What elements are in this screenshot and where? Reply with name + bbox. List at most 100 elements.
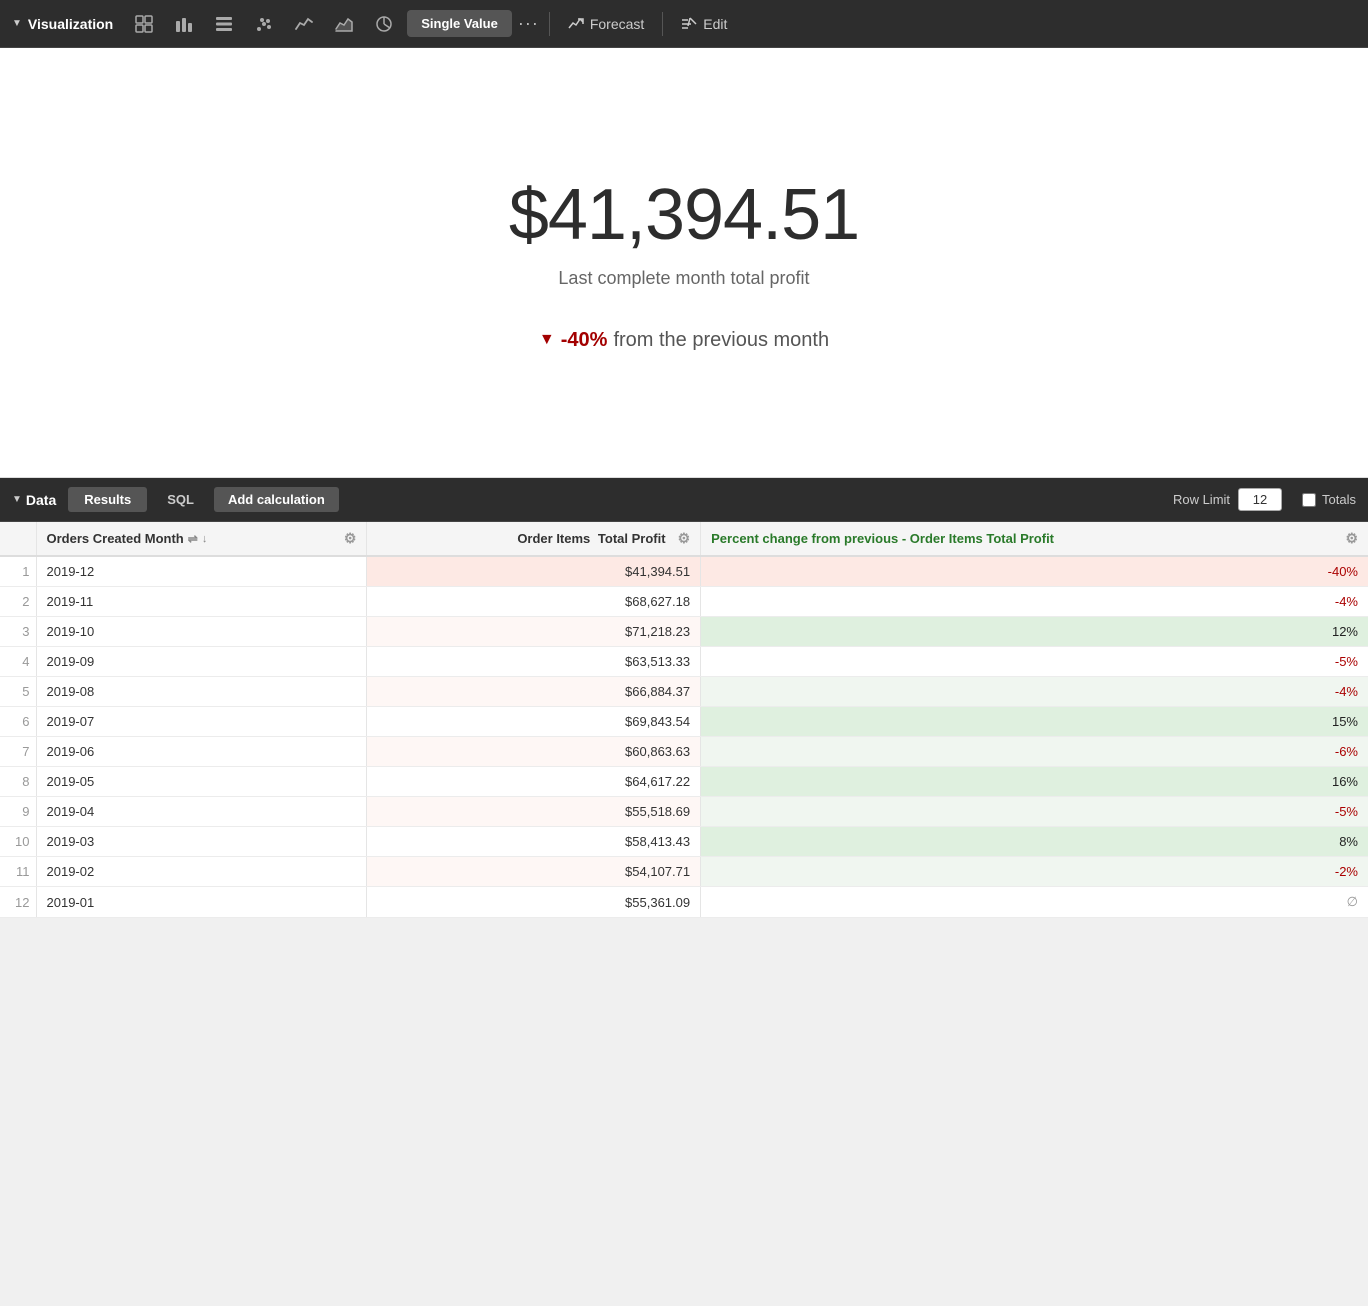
table-row: 112019-02$54,107.71-2%: [0, 857, 1368, 887]
pct-change-cell: -4%: [701, 587, 1368, 617]
orders-month-settings-icon[interactable]: ⚙: [344, 530, 357, 547]
toolbar-divider: [549, 12, 550, 36]
vis-chevron-icon: ▼: [12, 18, 22, 29]
col-header-total-profit: Order Items Total Profit ⚙: [367, 522, 701, 556]
row-number: 4: [0, 647, 36, 677]
row-number: 3: [0, 617, 36, 647]
total-profit-cell: $71,218.23: [367, 617, 701, 647]
total-profit-cell: $69,843.54: [367, 707, 701, 737]
visualization-title: Visualization: [28, 16, 113, 32]
orders-month-cell: 2019-11: [36, 587, 367, 617]
data-chevron-icon: ▼: [12, 494, 22, 505]
total-profit-cell: $68,627.18: [367, 587, 701, 617]
list-view-icon[interactable]: [207, 7, 241, 41]
data-section-title: Data: [26, 492, 56, 508]
total-profit-cell: $63,513.33: [367, 647, 701, 677]
totals-checkbox[interactable]: [1302, 493, 1316, 507]
orders-month-cell: 2019-10: [36, 617, 367, 647]
line-chart-icon[interactable]: [287, 7, 321, 41]
row-number: 6: [0, 707, 36, 737]
total-profit-cell: $55,518.69: [367, 797, 701, 827]
row-number: 9: [0, 797, 36, 827]
pie-chart-icon[interactable]: [367, 7, 401, 41]
total-profit-cell: $64,617.22: [367, 767, 701, 797]
visualization-toolbar: ▼ Visualization Single Value ··· Forecas…: [0, 0, 1368, 48]
results-tab[interactable]: Results: [68, 487, 147, 512]
row-number: 2: [0, 587, 36, 617]
toolbar-divider2: [662, 12, 663, 36]
table-row: 102019-03$58,413.438%: [0, 827, 1368, 857]
table-view-icon[interactable]: [127, 7, 161, 41]
pct-change-cell: 12%: [701, 617, 1368, 647]
orders-month-cell: 2019-03: [36, 827, 367, 857]
pct-change-cell: -5%: [701, 797, 1368, 827]
total-profit-cell: $60,863.63: [367, 737, 701, 767]
table-row: 42019-09$63,513.33-5%: [0, 647, 1368, 677]
totals-section: Totals: [1302, 492, 1356, 507]
pct-change-cell: 15%: [701, 707, 1368, 737]
sql-tab[interactable]: SQL: [151, 487, 210, 512]
value-label: Last complete month total profit: [558, 268, 809, 289]
pct-change-label: Percent change from previous - Order Ite…: [711, 531, 1054, 546]
table-row: 82019-05$64,617.2216%: [0, 767, 1368, 797]
pct-change-settings-icon[interactable]: ⚙: [1345, 530, 1358, 547]
forecast-label: Forecast: [590, 16, 644, 32]
table-row: 62019-07$69,843.5415%: [0, 707, 1368, 737]
orders-month-cell: 2019-04: [36, 797, 367, 827]
table-row: 52019-08$66,884.37-4%: [0, 677, 1368, 707]
col-header-orders-month: Orders Created Month ⇌ ↓ ⚙: [36, 522, 367, 556]
row-number: 7: [0, 737, 36, 767]
list-icon: ⇌: [188, 532, 198, 546]
bar-chart-icon[interactable]: [167, 7, 201, 41]
col-header-pct-change: Percent change from previous - Order Ite…: [701, 522, 1368, 556]
total-profit-cell: $55,361.09: [367, 887, 701, 918]
edit-button[interactable]: Edit: [673, 12, 735, 36]
table-row: 92019-04$55,518.69-5%: [0, 797, 1368, 827]
pct-change-cell: -2%: [701, 857, 1368, 887]
total-profit-settings-icon[interactable]: ⚙: [678, 530, 691, 547]
forecast-button[interactable]: Forecast: [560, 12, 652, 36]
col-header-rownum: [0, 522, 36, 556]
down-arrow-icon: ▼: [539, 331, 555, 349]
total-profit-label-bold: Total Profit: [594, 531, 665, 546]
main-value: $41,394.51: [509, 174, 859, 256]
row-number: 5: [0, 677, 36, 707]
pct-change-cell: -4%: [701, 677, 1368, 707]
table-row: 72019-06$60,863.63-6%: [0, 737, 1368, 767]
data-toolbar: ▼ Data Results SQL Add calculation Row L…: [0, 478, 1368, 522]
results-table: Orders Created Month ⇌ ↓ ⚙ Order Items T…: [0, 522, 1368, 918]
row-number: 11: [0, 857, 36, 887]
add-calculation-button[interactable]: Add calculation: [214, 487, 339, 512]
orders-month-cell: 2019-05: [36, 767, 367, 797]
more-options-dots[interactable]: ···: [518, 13, 539, 34]
orders-month-cell: 2019-01: [36, 887, 367, 918]
comparison-pct: -40%: [561, 329, 608, 352]
orders-month-cell: 2019-07: [36, 707, 367, 737]
row-number: 1: [0, 556, 36, 587]
orders-month-cell: 2019-09: [36, 647, 367, 677]
orders-month-col-label: Orders Created Month: [47, 531, 184, 546]
table-row: 12019-12$41,394.51-40%: [0, 556, 1368, 587]
pct-change-cell: -6%: [701, 737, 1368, 767]
pct-change-cell: 8%: [701, 827, 1368, 857]
orders-month-cell: 2019-12: [36, 556, 367, 587]
pct-change-cell: -40%: [701, 556, 1368, 587]
row-number: 10: [0, 827, 36, 857]
table-row: 22019-11$68,627.18-4%: [0, 587, 1368, 617]
table-row: 122019-01$55,361.09∅: [0, 887, 1368, 918]
total-profit-cell: $58,413.43: [367, 827, 701, 857]
pct-change-cell: 16%: [701, 767, 1368, 797]
row-limit-input[interactable]: 12: [1238, 488, 1282, 511]
total-profit-cell: $54,107.71: [367, 857, 701, 887]
row-limit-section: Row Limit 12: [1173, 488, 1282, 511]
scatter-icon[interactable]: [247, 7, 281, 41]
comparison-text: from the previous month: [613, 329, 829, 352]
pct-change-cell: -5%: [701, 647, 1368, 677]
row-limit-label: Row Limit: [1173, 492, 1230, 507]
single-value-button[interactable]: Single Value: [407, 10, 512, 37]
orders-month-cell: 2019-06: [36, 737, 367, 767]
sort-desc-icon: ↓: [202, 533, 208, 545]
total-profit-cell: $41,394.51: [367, 556, 701, 587]
orders-month-cell: 2019-08: [36, 677, 367, 707]
area-chart-icon[interactable]: [327, 7, 361, 41]
